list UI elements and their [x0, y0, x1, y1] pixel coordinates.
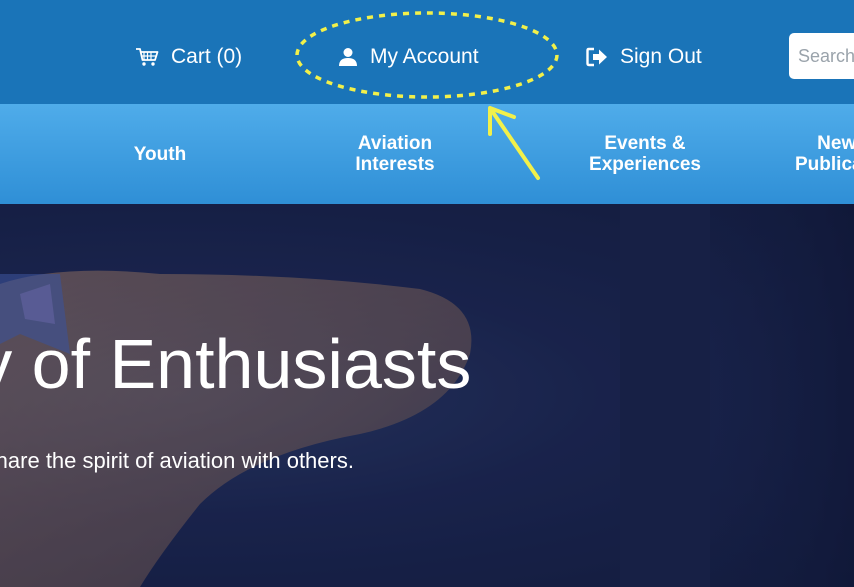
nav-item-news-publications[interactable]: News & Publications: [795, 104, 854, 204]
cart-label: Cart (0): [171, 45, 243, 68]
cart-link[interactable]: Cart (0): [135, 38, 242, 76]
shopping-cart-icon: [135, 47, 159, 67]
sign-out-icon: [586, 47, 608, 67]
nav-item-youth[interactable]: Youth: [100, 104, 220, 204]
search-input[interactable]: [789, 33, 854, 79]
my-account-label: My Account: [370, 45, 479, 68]
page: Cart (0) My Account Sign Out Youth: [0, 0, 854, 587]
hero-banner: Join a Community of Enthusiasts Share th…: [0, 204, 854, 587]
my-account-link[interactable]: My Account: [338, 38, 479, 76]
hero-subtitle-text: Share the spirit of aviation with others…: [0, 448, 354, 473]
hero-title: Join a Community of Enthusiasts: [0, 324, 854, 404]
sign-out-label: Sign Out: [620, 45, 702, 68]
user-icon: [338, 47, 358, 67]
hero-title-text: Join a Community of Enthusiasts: [0, 325, 472, 403]
main-navigation: Youth Aviation Interests Events & Experi…: [0, 104, 854, 204]
hero-subtitle: Share the spirit of aviation with others…: [0, 448, 370, 474]
utility-bar: Cart (0) My Account Sign Out: [0, 0, 854, 104]
nav-item-aviation-interests[interactable]: Aviation Interests: [330, 104, 460, 204]
nav-item-events-experiences[interactable]: Events & Experiences: [565, 104, 725, 204]
sign-out-link[interactable]: Sign Out: [586, 38, 702, 76]
